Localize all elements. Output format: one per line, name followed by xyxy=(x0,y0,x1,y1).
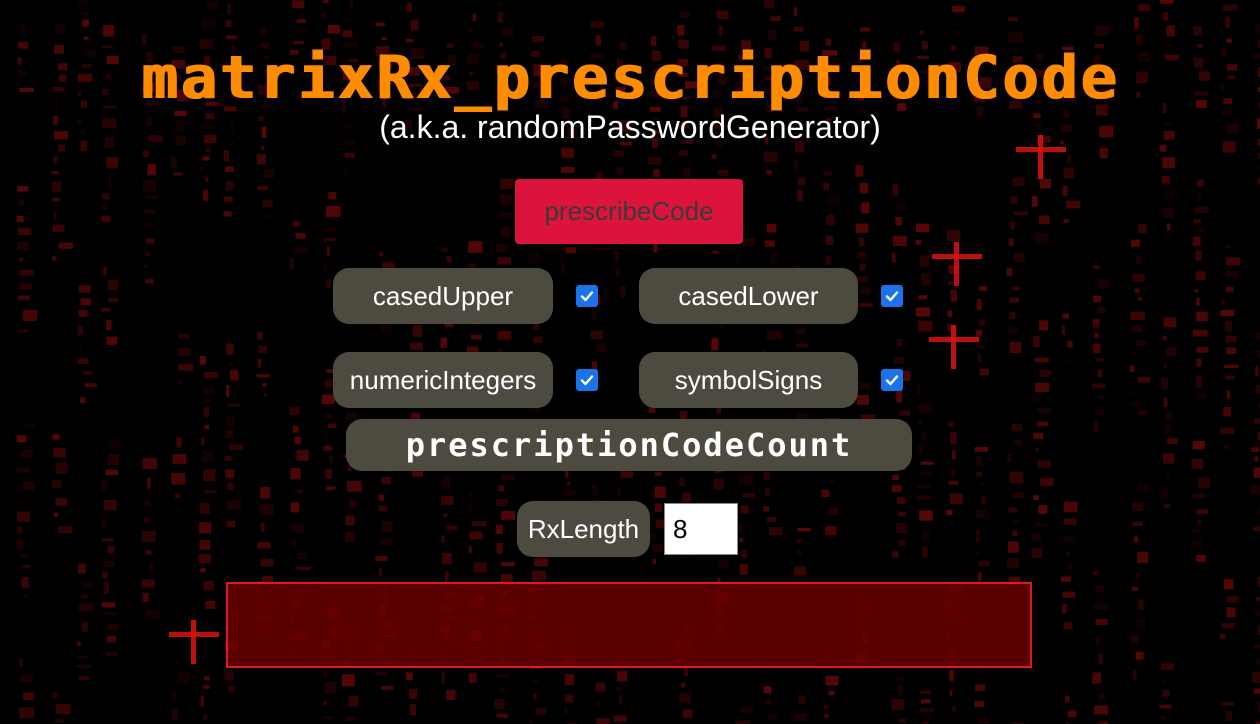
checkmark-icon xyxy=(580,375,594,386)
cased-upper-checkbox[interactable] xyxy=(576,285,598,307)
page-subtitle: (a.k.a. randomPasswordGenerator) xyxy=(379,109,881,145)
symbol-signs-checkbox[interactable] xyxy=(881,369,903,391)
checkmark-icon xyxy=(885,375,899,386)
prescription-code-count-label: prescriptionCodeCount xyxy=(346,419,912,471)
cased-lower-checkbox[interactable] xyxy=(881,285,903,307)
checkmark-icon xyxy=(885,291,899,302)
symbol-signs-label: symbolSigns xyxy=(639,352,858,408)
cased-upper-label: casedUpper xyxy=(333,268,553,324)
password-output[interactable] xyxy=(226,582,1032,668)
numeric-integers-checkbox[interactable] xyxy=(576,369,598,391)
app-container: matrixRx_prescriptionCode (a.k.a. random… xyxy=(0,0,1260,724)
page-title: matrixRx_prescriptionCode xyxy=(140,43,1120,113)
rx-length-input[interactable] xyxy=(664,503,738,555)
checkmark-icon xyxy=(580,291,594,302)
prescribe-code-button[interactable]: prescribeCode xyxy=(515,179,743,244)
cased-lower-label: casedLower xyxy=(639,268,858,324)
rx-length-label: RxLength xyxy=(517,501,650,557)
numeric-integers-label: numericIntegers xyxy=(333,352,553,408)
